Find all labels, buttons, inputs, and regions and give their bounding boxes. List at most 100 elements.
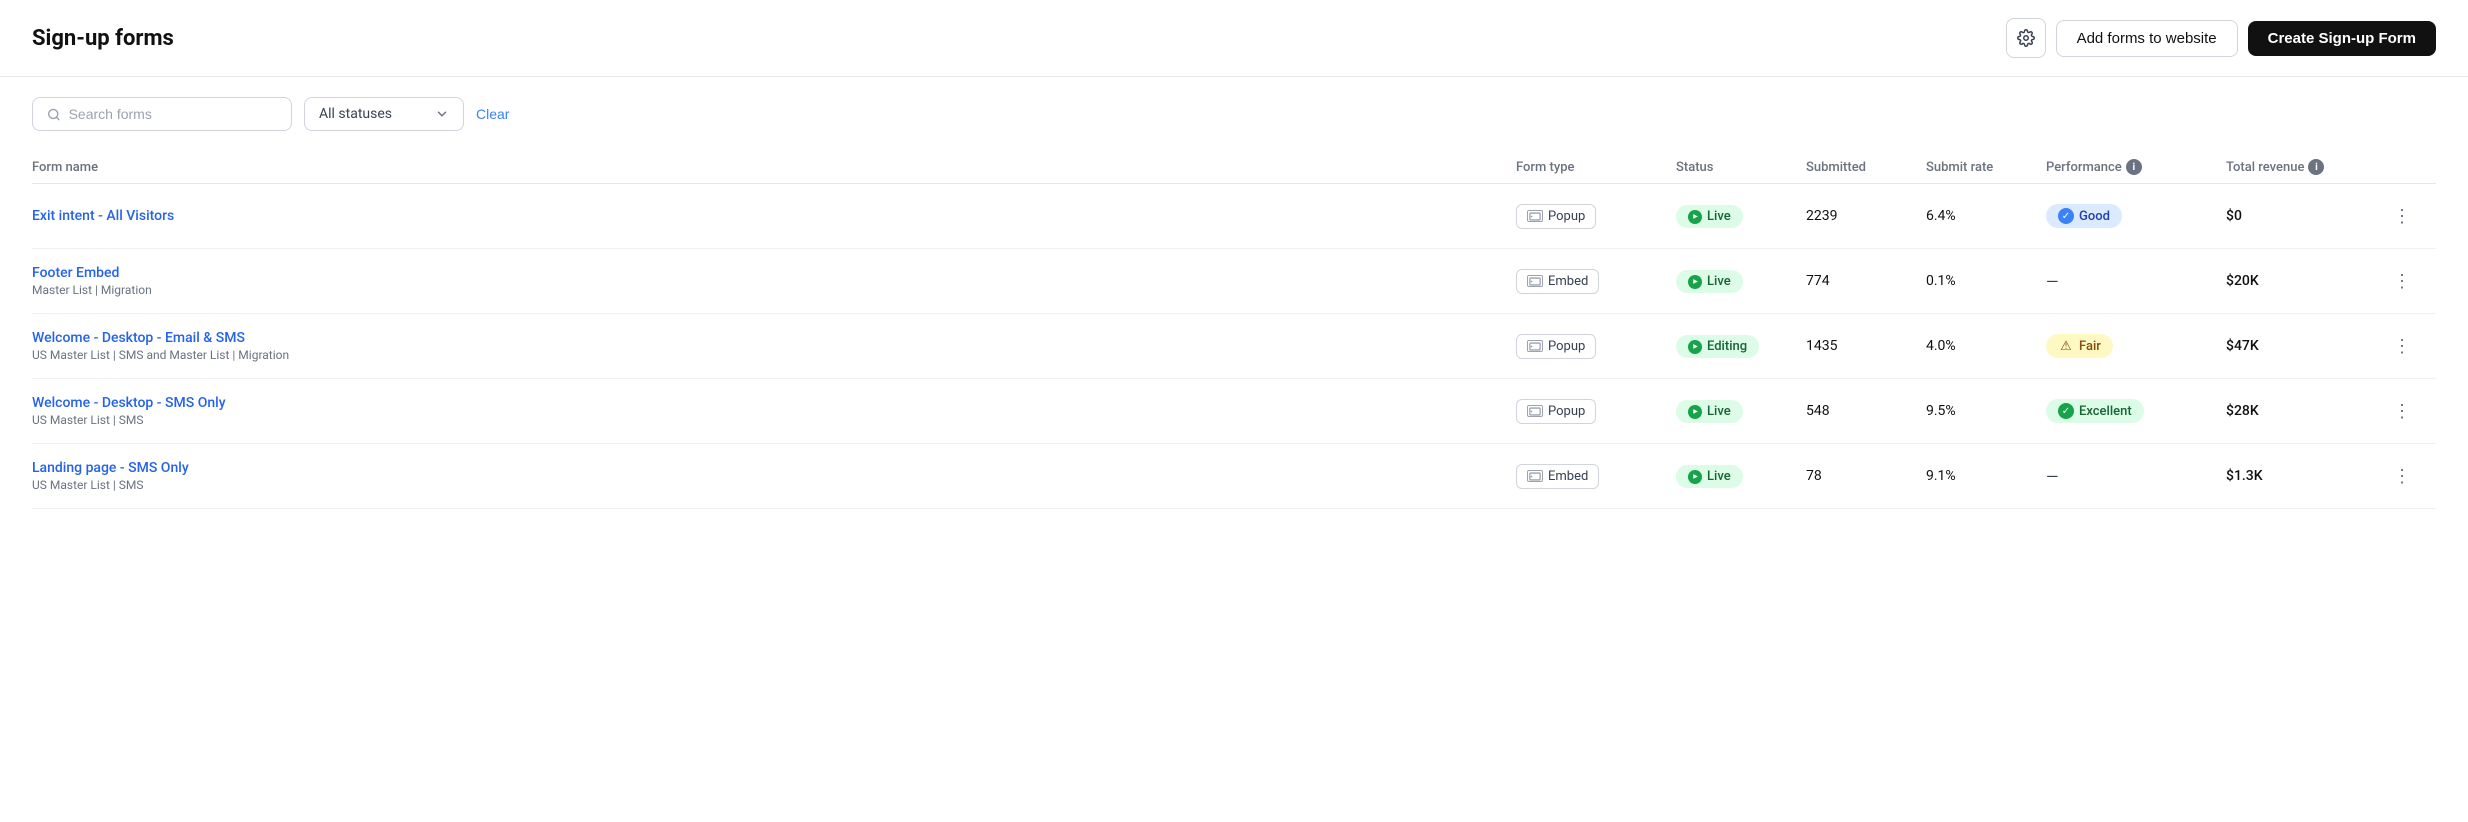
more-options-button[interactable]: ⋮ [2386,200,2418,232]
performance-dash: — [2046,467,2059,486]
status-badge: Editing [1676,335,1759,358]
col-performance: Performance i [2046,159,2226,175]
revenue-cell: $1.3K [2226,468,2386,484]
type-label: Popup [1548,209,1585,224]
more-options-button[interactable]: ⋮ [2386,460,2418,492]
type-badge: Embed [1516,269,1599,294]
status-filter-select[interactable]: All statuses [304,97,464,131]
submit-rate-cell: 6.4% [1926,208,2046,224]
clear-button[interactable]: Clear [476,106,509,122]
form-type-icon [1527,340,1543,352]
more-options-button[interactable]: ⋮ [2386,330,2418,362]
page-header: Sign-up forms Add forms to website Creat… [0,0,2468,77]
search-box[interactable] [32,97,292,131]
table-row: Welcome - Desktop - SMS Only US Master Li… [32,379,2436,444]
type-badge: Embed [1516,464,1599,489]
status-dot [1688,275,1702,289]
col-submit-rate: Submit rate [1926,159,2046,175]
revenue-cell: $47K [2226,338,2386,354]
performance-badge: ✓ Good [2046,204,2122,228]
status-badge: Live [1676,205,1743,228]
actions-cell: ⋮ [2386,200,2436,232]
performance-label: Excellent [2079,404,2132,419]
search-input[interactable] [69,106,277,122]
performance-label: Fair [2079,339,2101,354]
status-label: Live [1707,274,1731,289]
revenue-cell: $0 [2226,208,2386,224]
performance-badge: ✓ Excellent [2046,399,2144,423]
form-name-link[interactable]: Welcome - Desktop - SMS Only [32,395,1516,411]
status-badge: Live [1676,400,1743,423]
form-name-link[interactable]: Exit intent - All Visitors [32,208,1516,224]
performance-badge: ⚠ Fair [2046,334,2113,358]
col-total-revenue: Total revenue i [2226,159,2386,175]
performance-cell: ⚠ Fair [2046,334,2226,358]
status-label: Live [1707,404,1731,419]
type-label: Popup [1548,404,1585,419]
performance-icon: ✓ [2058,403,2074,419]
form-type-cell: Embed [1516,464,1676,489]
submit-rate-cell: 0.1% [1926,273,2046,289]
type-badge: Popup [1516,399,1596,424]
status-label: Live [1707,209,1731,224]
col-submitted: Submitted [1806,159,1926,175]
table-body: Exit intent - All Visitors Popup Live 22… [32,184,2436,509]
settings-button[interactable] [2006,18,2046,58]
performance-info-icon[interactable]: i [2126,159,2142,175]
table-row: Welcome - Desktop - Email & SMSUS Master… [32,314,2436,379]
chevron-down-icon [435,107,449,121]
actions-cell: ⋮ [2386,265,2436,297]
forms-table: Form name Form type Status Submitted Sub… [0,141,2468,509]
performance-icon: ⚠ [2058,338,2074,354]
status-cell: Live [1676,204,1806,228]
page-title: Sign-up forms [32,26,174,51]
form-name-link[interactable]: Landing page - SMS Only [32,460,1516,476]
status-select-value: All statuses [319,106,392,122]
form-name-cell: Footer Embed Master List | Migration [32,265,1516,297]
form-type-icon [1527,275,1543,287]
more-options-button[interactable]: ⋮ [2386,395,2418,427]
status-dot [1688,470,1702,484]
form-type-icon [1527,405,1543,417]
type-label: Popup [1548,339,1585,354]
table-header: Form name Form type Status Submitted Sub… [32,151,2436,184]
create-form-button[interactable]: Create Sign-up Form [2248,21,2436,56]
status-label: Live [1707,469,1731,484]
submitted-cell: 1435 [1806,338,1926,354]
performance-dash: — [2046,272,2059,291]
form-type-cell: Embed [1516,269,1676,294]
form-type-icon [1527,470,1543,482]
actions-cell: ⋮ [2386,395,2436,427]
add-forms-button[interactable]: Add forms to website [2056,20,2238,57]
form-name-link[interactable]: Footer Embed [32,265,1516,281]
col-form-name: Form name [32,159,1516,175]
submit-rate-cell: 9.1% [1926,468,2046,484]
type-label: Embed [1548,469,1588,484]
table-row: Footer Embed Master List | Migration Embe… [32,249,2436,314]
submitted-cell: 78 [1806,468,1926,484]
form-sublabel: US Master List | SMS [32,478,1516,492]
submitted-cell: 774 [1806,273,1926,289]
revenue-cell: $28K [2226,403,2386,419]
performance-cell: — [2046,272,2226,291]
form-sublabel: Master List | Migration [32,283,1516,297]
col-form-type: Form type [1516,159,1676,175]
table-row: Exit intent - All Visitors Popup Live 22… [32,184,2436,249]
actions-cell: ⋮ [2386,330,2436,362]
form-name-link[interactable]: Welcome - Desktop - Email & SMS [32,330,1516,346]
table-row: Landing page - SMS Only US Master List | … [32,444,2436,509]
status-badge: Live [1676,465,1743,488]
form-name-cell: Welcome - Desktop - SMS Only US Master Li… [32,395,1516,427]
status-badge: Live [1676,270,1743,293]
performance-label: Good [2079,209,2110,224]
form-sublabel: US Master List | SMS [32,413,1516,427]
more-options-button[interactable]: ⋮ [2386,265,2418,297]
status-label: Editing [1707,339,1747,354]
status-dot [1688,210,1702,224]
form-type-cell: Popup [1516,204,1676,229]
type-label: Embed [1548,274,1588,289]
performance-cell: ✓ Excellent [2046,399,2226,423]
submit-rate-cell: 9.5% [1926,403,2046,419]
revenue-info-icon[interactable]: i [2308,159,2324,175]
status-cell: Live [1676,399,1806,423]
